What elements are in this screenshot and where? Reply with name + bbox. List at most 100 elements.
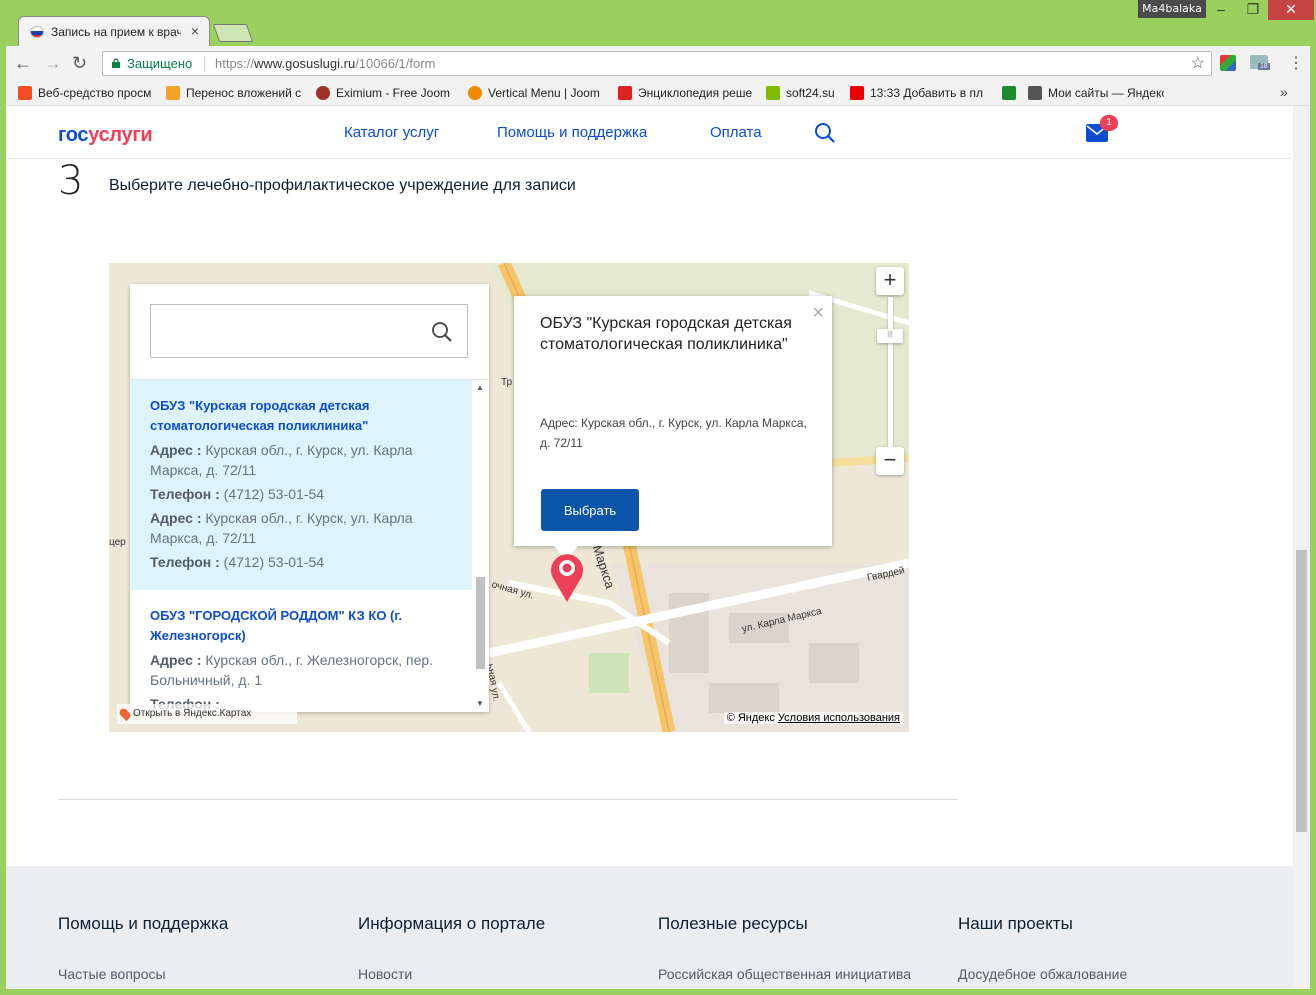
clinic-title[interactable]: ОБУЗ "Курская городская детская стоматол… [150,396,452,436]
open-in-yandex-link[interactable]: Открыть в Яндекс.Картах [117,704,297,724]
footer-heading: Информация о портале [358,914,546,933]
bookmark-label: Энциклопедия реше [638,86,753,100]
tab-close-icon[interactable]: × [191,23,199,39]
mail-count-badge: 1 [1100,115,1118,131]
tab-title: Запись на прием к врач [51,25,181,39]
list-item[interactable]: ОБУЗ "ГОРОДСКОЙ РОДДОМ" КЗ КО (г. Железн… [130,590,472,712]
bookmark-item[interactable]: 13:33 Добавить в пл [850,85,990,101]
terms-link[interactable]: Условия использования [778,712,900,724]
footer-link[interactable]: Российская общественная инициатива [658,966,911,982]
bookmark-favicon-icon [468,86,482,100]
page-viewport: госуслуги Каталог услуг Помощь и поддерж… [6,106,1310,989]
bookmark-item[interactable]: Мои сайты — Яндекс [1028,85,1164,101]
page-scrollbar[interactable] [1293,106,1310,989]
bookmark-label: soft24.su [786,86,835,100]
url-text: https://www.gosuslugi.ru/10066/1/form [215,52,435,75]
bookmark-item[interactable]: Перенос вложений с [166,85,302,101]
bookmarks-bar: Веб-средство просм Перенос вложений с Ex… [6,80,1310,106]
forward-icon[interactable]: → [44,53,62,73]
extension-icon[interactable] [1220,55,1236,71]
gosuslugi-logo[interactable]: госуслуги [58,124,153,147]
clinic-list: ОБУЗ "Курская городская детская стоматол… [130,379,489,712]
new-tab-button[interactable] [212,24,254,42]
row-label: Адрес : [150,652,202,668]
bookmark-item[interactable]: Vertical Menu | Joom [468,85,606,101]
browser-menu-icon[interactable]: ⋮ [1288,53,1304,73]
maximize-button[interactable]: ❐ [1238,0,1268,20]
clinic-title[interactable]: ОБУЗ "ГОРОДСКОЙ РОДДОМ" КЗ КО (г. Железн… [150,606,452,646]
url-host: www.gosuslugi.ru [254,56,356,71]
yandex-maps-icon [117,706,133,722]
footer-heading: Полезные ресурсы [658,914,808,933]
address-bar[interactable]: Защищено https://www.gosuslugi.ru/10066/… [102,51,1212,76]
minimize-button[interactable]: – [1206,0,1236,20]
bookmark-item[interactable]: Eximium - Free Joom [316,85,456,101]
clinic-balloon: × ОБУЗ "Курская городская детская стомат… [514,296,832,546]
map-copyright: © Яндекс Условия использования [723,712,903,724]
footer-column: Полезные ресурсы Российская общественная… [658,914,911,982]
bookmark-item[interactable]: soft24.su [766,85,846,101]
copyright-text: © Яндекс [726,712,775,724]
map-pin-icon[interactable] [549,551,585,603]
scroll-down-icon[interactable]: ▼ [476,699,484,708]
browser-toolbar: ← → ↻ Защищено https://www.gosuslugi.ru/… [6,46,1310,80]
select-button[interactable]: Выбрать [541,489,639,531]
phone-row: Телефон : (4712) 53-01-54 [150,552,452,572]
bookmark-item[interactable] [1002,85,1022,101]
site-footer: Помощь и поддержка Частые вопросы Информ… [6,866,1293,989]
close-icon[interactable]: × [812,302,824,325]
extension-badge: 18 [1258,63,1270,70]
window-titlebar: Ma4balaka – ❐ ✕ Запись на прием к врач × [0,0,1316,47]
zoom-out-button[interactable]: − [876,447,904,475]
bookmark-favicon-icon [618,86,632,100]
footer-heading: Помощь и поддержка [58,914,229,933]
map[interactable]: Маркса ул. Карла Маркса Гвардей очная ул… [109,263,909,732]
bookmark-star-icon[interactable]: ☆ [1191,52,1205,75]
bookmark-label: Мои сайты — Яндекс [1048,86,1164,100]
step-title: Выберите лечебно-профилактическое учрежд… [109,177,576,194]
footer-link[interactable]: Частые вопросы [58,966,228,982]
bookmark-item[interactable]: Веб-средство просм [18,85,152,101]
page-scroll-thumb[interactable] [1296,550,1307,832]
bookmark-favicon-icon [766,86,780,100]
footer-link[interactable]: Досудебное обжалование [958,966,1127,982]
nav-catalog[interactable]: Каталог услуг [344,124,439,141]
bookmark-favicon-icon [18,86,32,100]
row-label: Адрес : [150,510,202,526]
list-scroll-thumb[interactable] [476,577,485,669]
bookmark-favicon-icon [316,86,330,100]
footer-link[interactable]: Новости [358,966,545,982]
bookmark-item[interactable]: Энциклопедия реше [618,85,754,101]
browser-tab[interactable]: Запись на прием к врач × [18,16,210,47]
street-label: Тр [501,377,513,388]
bookmarks-more-icon[interactable]: » [1280,84,1288,100]
back-icon[interactable]: ← [14,53,32,73]
footer-heading: Наши проекты [958,914,1073,933]
zoom-in-button[interactable]: + [876,267,904,295]
youtube-icon [850,86,864,100]
window-close-button[interactable]: ✕ [1268,0,1314,20]
reload-icon[interactable]: ↻ [72,53,87,73]
list-item[interactable]: ОБУЗ "Курская городская детская стоматол… [130,380,472,590]
bookmark-label: Eximium - Free Joom [336,86,451,100]
scroll-up-icon[interactable]: ▲ [476,383,484,392]
balloon-address: Адрес: Курская обл., г. Курск, ул. Карла… [540,416,807,450]
zoom-slider-knob[interactable]: ||| [877,329,903,343]
row-value: (4712) 53-01-54 [223,486,325,502]
nav-payment[interactable]: Оплата [710,124,762,141]
address-row: Адрес : Курская обл., г. Курск, ул. Карл… [150,440,452,480]
url-separator [204,57,205,71]
list-scrollbar[interactable]: ▲ ▼ [472,379,489,712]
footer-column: Помощь и поддержка Частые вопросы [58,914,228,982]
search-icon[interactable] [814,122,836,144]
row-label: Телефон : [150,486,220,502]
secure-label: Защищено [127,56,193,71]
mail-extension-icon[interactable]: 18 [1250,55,1270,70]
nav-help[interactable]: Помощь и поддержка [497,124,647,141]
address-row: Адрес : Курская обл., г. Курск, ул. Карл… [150,508,452,548]
section-divider [58,799,958,800]
search-icon[interactable] [431,321,453,343]
clinic-search-input[interactable] [150,304,468,358]
url-scheme: https:// [215,56,255,71]
zoom-track[interactable] [888,297,893,447]
